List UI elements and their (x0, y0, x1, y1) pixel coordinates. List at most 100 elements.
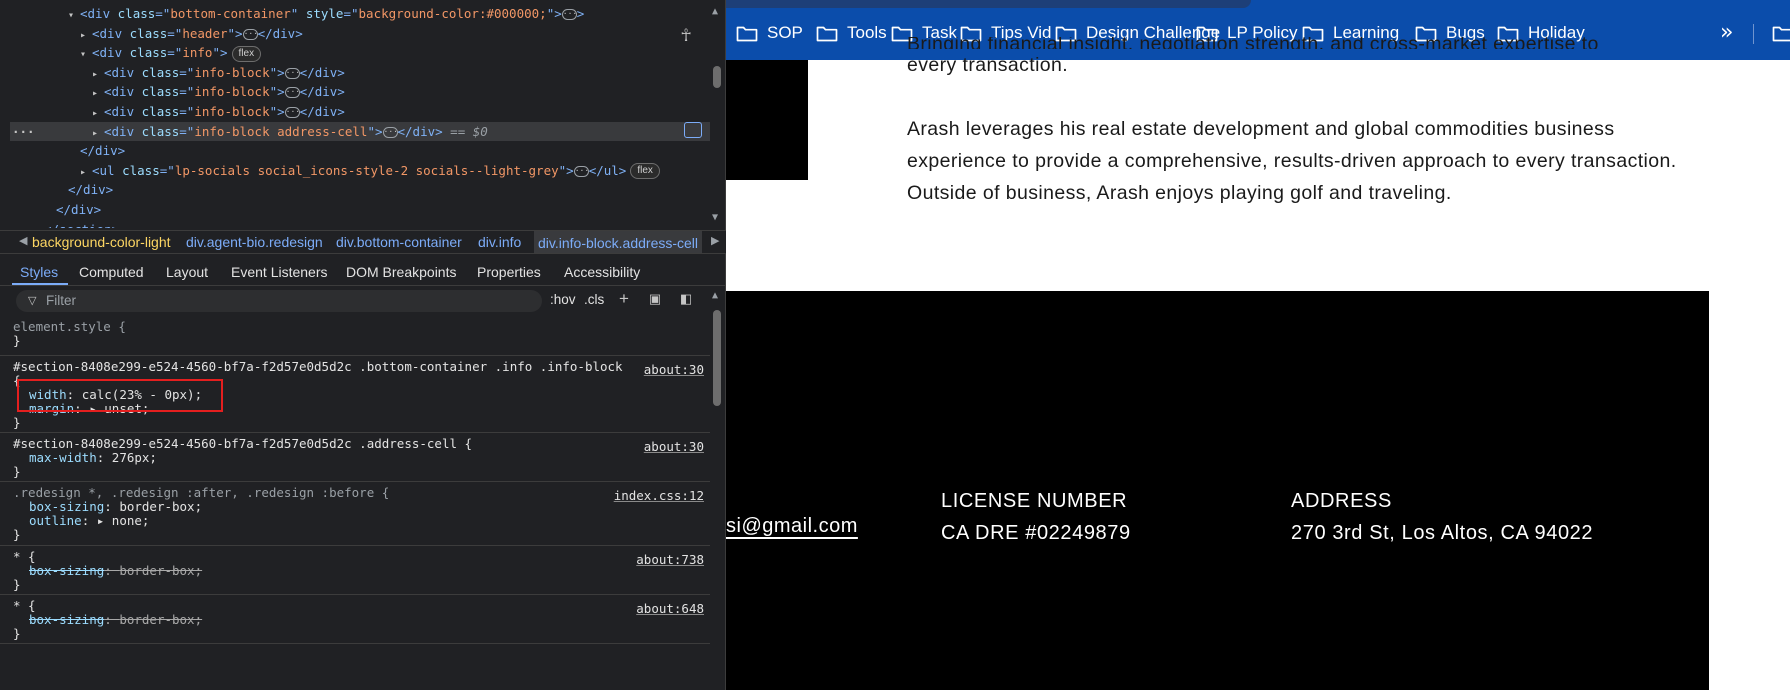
bookmark-folder[interactable]: Tools (816, 20, 887, 46)
breadcrumb-left-icon[interactable]: ◀ (19, 234, 27, 247)
collapsed-content-button[interactable]: ··· (242, 28, 258, 40)
tab-styles[interactable]: Styles (20, 264, 58, 280)
collapsed-content-button[interactable]: ··· (284, 67, 300, 79)
expand-right-icon[interactable]: ▸ (92, 84, 104, 103)
expand-right-icon[interactable]: ▸ (92, 65, 104, 84)
add-rule-icon[interactable]: + (616, 290, 632, 308)
css-property-name[interactable]: max-width (29, 450, 97, 465)
source-link[interactable]: index.css:12 (614, 488, 704, 503)
breadcrumb-item[interactable]: div.bottom-container (336, 234, 462, 250)
breadcrumb-item-label: div.bottom-container (336, 234, 462, 250)
css-property-value[interactable]: 276px; (112, 450, 157, 465)
elements-scroll-thumb[interactable] (713, 66, 721, 88)
css-property-value[interactable]: border-box; (119, 499, 202, 514)
css-property-value[interactable]: ▸ none; (97, 513, 150, 528)
css-rule[interactable]: .redesign *, .redesign :after, .redesign… (0, 482, 710, 546)
tab-event-listeners[interactable]: Event Listeners (231, 264, 328, 280)
expand-right-icon[interactable]: ▸ (80, 163, 92, 182)
sidebar-toggle-icon[interactable]: ◧ (678, 290, 694, 308)
breadcrumb-item-active[interactable]: div.info-block.address-cell (534, 231, 703, 253)
accessibility-icon[interactable]: ☥ (681, 26, 691, 46)
source-link[interactable]: about:648 (636, 601, 704, 616)
css-property-name[interactable]: box-sizing (29, 499, 104, 514)
flex-badge[interactable]: flex (630, 163, 660, 180)
dom-tree-node[interactable]: </div> (10, 180, 710, 199)
css-rule[interactable]: * {about:738 box-sizing: border-box;} (0, 546, 710, 595)
css-declaration[interactable]: max-width: 276px; (29, 450, 157, 466)
css-declaration[interactable]: outline: ▸ none; (29, 513, 149, 529)
elements-scrollbar[interactable]: ▲ ▼ (710, 6, 724, 226)
css-rule[interactable]: #section-8408e299-e524-4560-bf7a-f2d57e0… (0, 433, 710, 482)
source-link[interactable]: about:30 (644, 439, 704, 454)
elements-tree: ▾ <div class="bottom-container" style="ba… (10, 0, 710, 228)
dom-tree-node[interactable]: ▸ <div class="info-block">···</div> (10, 102, 710, 121)
css-declaration[interactable]: box-sizing: border-box; (29, 563, 202, 579)
expand-right-icon[interactable]: ▸ (92, 124, 104, 143)
bookmark-folder[interactable]: SOP (736, 20, 803, 46)
dom-tree-node[interactable]: ▸ <div class="info-block">···</div> (10, 82, 710, 101)
css-property-name[interactable]: outline (29, 513, 82, 528)
filter-input[interactable]: ▽ Filter (16, 290, 542, 312)
dom-tree-node[interactable]: ▸ <div class="info-block address-cell">··… (10, 121, 710, 143)
css-rule[interactable]: * {about:648 box-sizing: border-box;} (0, 595, 710, 644)
folder-icon (816, 25, 838, 42)
collapsed-content-button[interactable]: ··· (284, 87, 300, 99)
tab-layout[interactable]: Layout (166, 264, 208, 280)
breadcrumb-right-icon[interactable]: ▶ (711, 234, 719, 247)
styles-scrollbar[interactable]: ▲ (710, 290, 724, 690)
collapsed-content-button[interactable]: ··· (573, 165, 589, 177)
element-picker-icon[interactable] (684, 122, 702, 138)
expand-down-icon[interactable]: ▾ (68, 6, 80, 25)
scroll-up-icon[interactable]: ▲ (712, 290, 718, 301)
devtools-panel: ▾ <div class="bottom-container" style="ba… (0, 0, 726, 690)
hover-state-button[interactable]: :hov (550, 292, 576, 307)
tab-computed[interactable]: Computed (79, 264, 144, 280)
css-property-value[interactable]: border-box; (119, 612, 202, 627)
css-selector[interactable]: #section-8408e299-e524-4560-bf7a-f2d57e0… (13, 359, 623, 375)
dom-tree-node[interactable]: ▸ <ul class="lp-socials social_icons-styl… (10, 161, 710, 180)
collapsed-content-button[interactable]: ··· (561, 9, 577, 20)
source-link[interactable]: about:30 (644, 362, 704, 377)
css-property-name[interactable]: box-sizing (29, 612, 104, 627)
styles-scroll-thumb[interactable] (713, 310, 721, 406)
dom-tree-node[interactable]: ▸ <div class="header">···</div> (10, 24, 710, 43)
css-rule[interactable]: element.style {} (0, 316, 710, 356)
expand-right-icon[interactable]: ▸ (92, 104, 104, 123)
dom-tree-node[interactable]: </section> (10, 220, 710, 228)
css-declaration[interactable]: box-sizing: border-box; (29, 612, 202, 628)
class-toggle-button[interactable]: .cls (584, 292, 604, 307)
bookmarks-separator (1753, 24, 1754, 44)
flex-badge[interactable]: flex (231, 45, 262, 62)
dom-tree-node[interactable]: ▸ <div class="info-block">···</div> (10, 63, 710, 82)
opening-tag: <div class="info-block"> (104, 64, 285, 80)
scroll-down-icon[interactable]: ▼ (712, 212, 718, 223)
css-selector[interactable]: element.style { (13, 319, 126, 335)
license-info-block: LICENSE NUMBER CA DRE #02249879 (941, 485, 1131, 549)
css-property-name[interactable]: box-sizing (29, 563, 104, 578)
source-link[interactable]: about:738 (636, 552, 704, 567)
breadcrumb-item[interactable]: background-color-light (32, 234, 172, 250)
more-options-icon[interactable]: ··· (12, 122, 35, 141)
collapsed-content-button[interactable]: ··· (382, 126, 398, 138)
tab-accessibility[interactable]: Accessibility (564, 264, 640, 280)
tab-dom-breakpoints[interactable]: DOM Breakpoints (346, 264, 456, 280)
rule-close-brace: } (13, 577, 21, 592)
expand-down-icon[interactable]: ▾ (80, 45, 92, 64)
collapsed-content-button[interactable]: ··· (284, 107, 300, 118)
bookmarks-overflow-button[interactable]: » (1720, 20, 1733, 45)
dom-tree-node[interactable]: ▾ <div class="bottom-container" style="ba… (10, 4, 710, 23)
css-colon: : (96, 450, 112, 465)
breadcrumb-item[interactable]: div.info (478, 234, 521, 250)
expand-right-icon[interactable]: ▸ (80, 26, 92, 45)
css-property-value[interactable]: border-box; (119, 563, 202, 578)
tab-strip-fragment (726, 0, 1251, 8)
dom-tree-node[interactable]: </div> (10, 141, 710, 160)
dom-tree-node[interactable]: </div> (10, 200, 710, 219)
dom-tree-node[interactable]: ▾ <div class="info"> flex (10, 43, 710, 62)
scroll-up-icon[interactable]: ▲ (712, 6, 718, 17)
bookmark-folder[interactable] (1772, 20, 1790, 46)
email-link[interactable]: si@gmail.com (726, 515, 858, 538)
paint-icon[interactable]: ▣ (647, 290, 663, 308)
tab-properties[interactable]: Properties (477, 264, 541, 280)
breadcrumb-item[interactable]: div.agent-bio.redesign (186, 234, 323, 250)
